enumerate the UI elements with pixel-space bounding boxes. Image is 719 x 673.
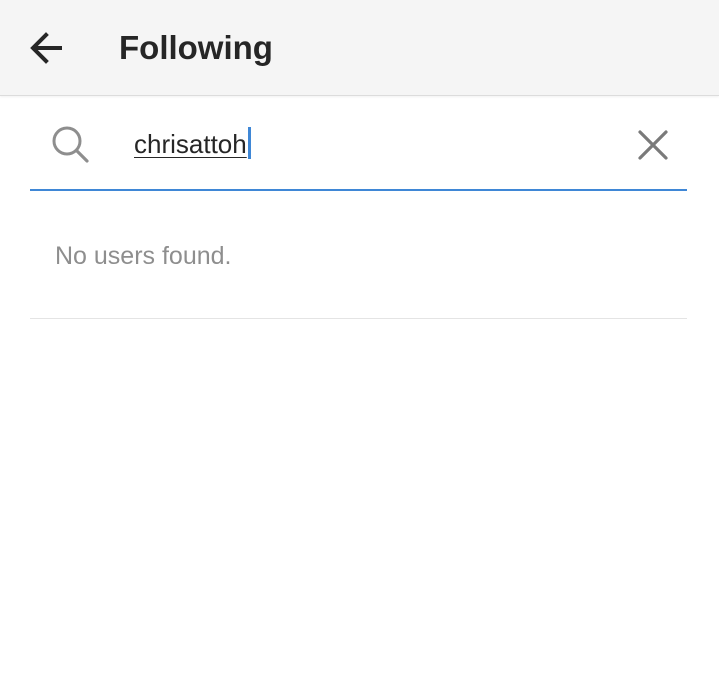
back-button[interactable] [18, 20, 74, 76]
search-icon [52, 126, 89, 163]
search-bar: chrisattoh [30, 96, 687, 191]
results-divider [30, 318, 687, 319]
page-title: Following [119, 29, 273, 66]
search-input-value: chrisattoh [134, 129, 247, 159]
no-results-message: No users found. [55, 242, 232, 270]
arrow-left-icon [30, 32, 62, 64]
following-screen: Following chrisattoh No users found. [0, 0, 719, 673]
text-caret [247, 127, 251, 159]
close-icon [638, 130, 668, 160]
search-input[interactable]: chrisattoh [134, 124, 614, 164]
top-app-bar: Following [0, 0, 719, 96]
clear-search-button[interactable] [628, 120, 678, 170]
